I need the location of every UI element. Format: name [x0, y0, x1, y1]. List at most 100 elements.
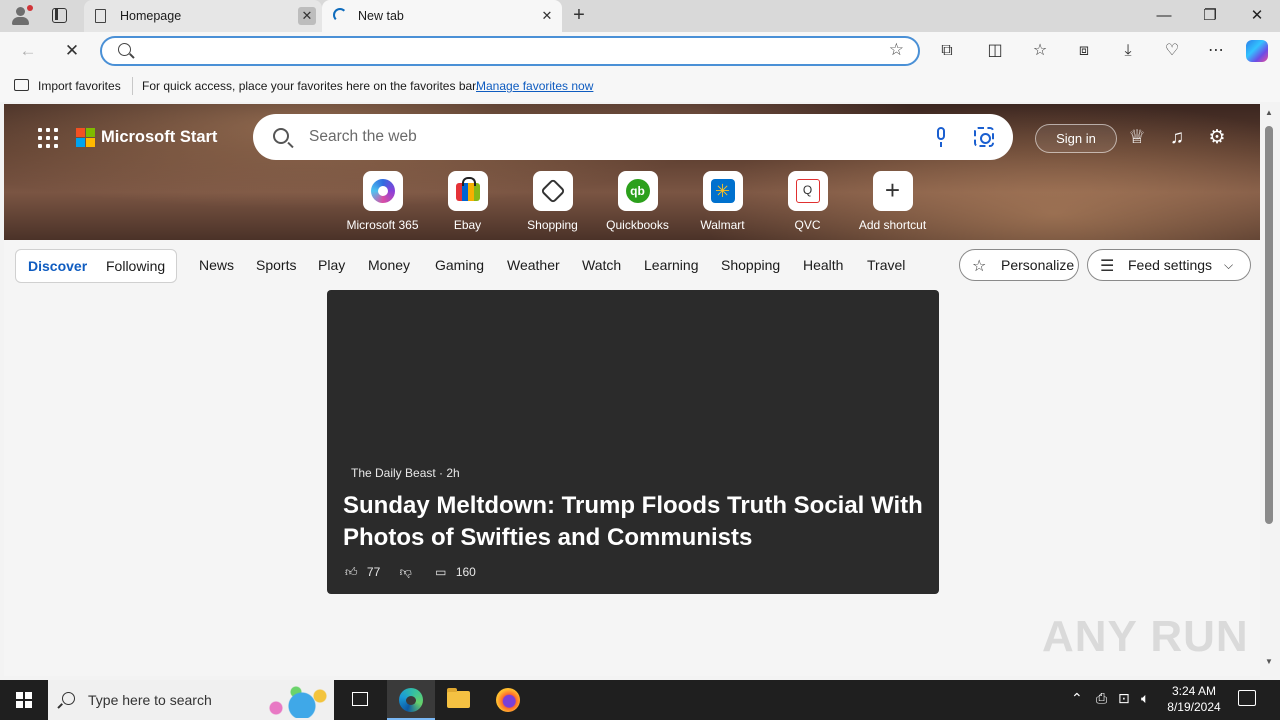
category-weather[interactable]: Weather: [507, 257, 560, 273]
shortcut-label: Add shortcut: [858, 218, 927, 232]
comment-count: 160: [455, 565, 476, 579]
category-money[interactable]: Money: [368, 257, 410, 273]
start-button[interactable]: [0, 680, 48, 720]
tab-actions-icon[interactable]: [52, 8, 67, 23]
tab-title: New tab: [358, 9, 404, 23]
collections-icon[interactable]: ⧈: [1071, 39, 1097, 63]
microphone-icon[interactable]: [935, 127, 947, 147]
tab-following[interactable]: Following: [106, 258, 165, 274]
article-reactions: 👍︎ 77 👎︎ ▭ 160: [345, 565, 482, 580]
tab-discover[interactable]: Discover: [28, 258, 87, 274]
category-watch[interactable]: Watch: [582, 257, 621, 273]
back-button[interactable]: ←: [14, 37, 42, 65]
anyrun-watermark: ANY RUN: [1042, 612, 1249, 661]
category-news[interactable]: News: [199, 257, 234, 273]
profile-avatar-icon[interactable]: [8, 4, 34, 28]
add-icon: +: [884, 175, 901, 205]
loading-spinner-icon: [333, 8, 347, 22]
tab-homepage[interactable]: Homepage ✕: [84, 0, 322, 32]
close-window-button[interactable]: ✕: [1234, 0, 1280, 32]
walmart-icon: ✳: [710, 179, 735, 203]
edge-browser-icon: [399, 688, 423, 712]
sparkle-star-icon: ☆: [972, 258, 987, 275]
shortcut-qvc[interactable]: Q QVC: [765, 171, 850, 232]
sign-in-button[interactable]: Sign in: [1035, 124, 1117, 153]
search-highlight-image: [262, 684, 328, 718]
page-scrollbar[interactable]: ▲ ▼: [1262, 104, 1276, 676]
brand-title[interactable]: Microsoft Start: [101, 128, 217, 147]
app-launcher-icon[interactable]: [38, 128, 58, 148]
favorites-icon[interactable]: ☆: [1027, 39, 1053, 63]
notifications-icon[interactable]: [1238, 690, 1256, 706]
import-favorites-icon: [14, 79, 29, 91]
thumbs-up-icon[interactable]: 👍︎: [345, 565, 358, 579]
feed-navigation: Discover Following News Sports Play Mone…: [4, 240, 1260, 290]
system-clock[interactable]: 3:24 AM 8/19/2024: [1158, 683, 1230, 715]
task-view-button[interactable]: [336, 680, 384, 720]
tab-new-tab[interactable]: New tab ✕: [322, 0, 562, 32]
close-tab-icon[interactable]: ✕: [538, 7, 556, 25]
shortcut-ebay[interactable]: Ebay: [425, 171, 510, 232]
like-count: 77: [366, 565, 381, 579]
maximize-button[interactable]: ❐: [1187, 0, 1233, 32]
favorite-star-icon[interactable]: ☆: [889, 40, 904, 60]
split-screen-icon[interactable]: ◫: [982, 39, 1008, 63]
windows-logo-icon: [16, 692, 32, 708]
shortcut-shopping[interactable]: Shopping: [510, 171, 595, 232]
category-learning[interactable]: Learning: [644, 257, 699, 273]
stop-loading-button[interactable]: ✕: [58, 37, 86, 65]
web-search-input[interactable]: [309, 126, 909, 148]
comment-icon[interactable]: ▭: [435, 565, 446, 579]
volume-icon[interactable]: 🔈︎: [1141, 690, 1149, 707]
category-gaming[interactable]: Gaming: [435, 257, 484, 273]
rewards-trophy-icon[interactable]: ♕: [1125, 126, 1149, 150]
visual-search-icon[interactable]: [974, 127, 994, 147]
taskbar-firefox[interactable]: [484, 680, 532, 720]
notifications-bell-icon[interactable]: ♫: [1165, 126, 1189, 150]
settings-gear-icon[interactable]: ⚙: [1205, 126, 1229, 150]
new-tab-button[interactable]: +: [568, 5, 590, 27]
category-travel[interactable]: Travel: [867, 257, 905, 273]
browser-essentials-icon[interactable]: ♡: [1159, 39, 1185, 63]
shortcut-walmart[interactable]: ✳ Walmart: [680, 171, 765, 232]
scroll-thumb[interactable]: [1265, 126, 1273, 524]
address-bar[interactable]: ☆: [100, 36, 920, 66]
taskbar-file-explorer[interactable]: [435, 680, 483, 720]
import-favorites-button[interactable]: Import favorites: [38, 79, 121, 93]
feed-settings-button[interactable]: ☰ Feed settings ⌵: [1087, 249, 1251, 281]
manage-favorites-link[interactable]: Manage favorites now: [476, 79, 593, 93]
microsoft365-icon: [370, 179, 395, 203]
thumbs-down-icon[interactable]: 👎︎: [400, 565, 412, 579]
taskbar-search-box[interactable]: Type here to search: [48, 680, 334, 720]
network-icon[interactable]: ⊡: [1118, 690, 1130, 707]
category-play[interactable]: Play: [318, 257, 345, 273]
scroll-down-icon[interactable]: ▼: [1265, 657, 1273, 666]
shortcut-quickbooks[interactable]: qb Quickbooks: [595, 171, 680, 232]
address-input[interactable]: [142, 42, 862, 62]
file-explorer-icon: [447, 688, 470, 708]
shortcut-label: Shopping: [527, 218, 578, 232]
quickbooks-icon: qb: [625, 179, 650, 203]
taskbar-edge[interactable]: [387, 680, 435, 720]
personalize-label: Personalize: [1001, 257, 1075, 273]
category-health[interactable]: Health: [803, 257, 843, 273]
minimize-button[interactable]: —: [1141, 0, 1187, 32]
search-icon: [118, 43, 131, 56]
web-search-box[interactable]: [253, 114, 1013, 160]
category-sports[interactable]: Sports: [256, 257, 296, 273]
downloads-icon[interactable]: ⤓: [1115, 39, 1141, 63]
shortcut-microsoft365[interactable]: Microsoft 365: [340, 171, 425, 232]
article-headline[interactable]: Sunday Meltdown: Trump Floods Truth Soci…: [343, 490, 923, 554]
scroll-up-icon[interactable]: ▲: [1265, 108, 1273, 117]
close-tab-icon[interactable]: ✕: [298, 7, 316, 25]
personalize-button[interactable]: ☆ Personalize: [959, 249, 1079, 281]
chevron-down-icon: ⌵: [1224, 258, 1234, 272]
settings-more-icon[interactable]: ⋯: [1203, 39, 1229, 63]
extensions-icon[interactable]: ⧉: [934, 39, 960, 63]
category-shopping[interactable]: Shopping: [721, 257, 780, 273]
copilot-icon[interactable]: [1246, 40, 1268, 62]
show-hidden-icons-icon[interactable]: ⌃: [1071, 690, 1083, 707]
news-card[interactable]: The Daily Beast · 2h Sunday Meltdown: Tr…: [327, 290, 939, 594]
add-shortcut-button[interactable]: + Add shortcut: [850, 171, 935, 232]
device-icon[interactable]: ⎙: [1096, 690, 1107, 707]
